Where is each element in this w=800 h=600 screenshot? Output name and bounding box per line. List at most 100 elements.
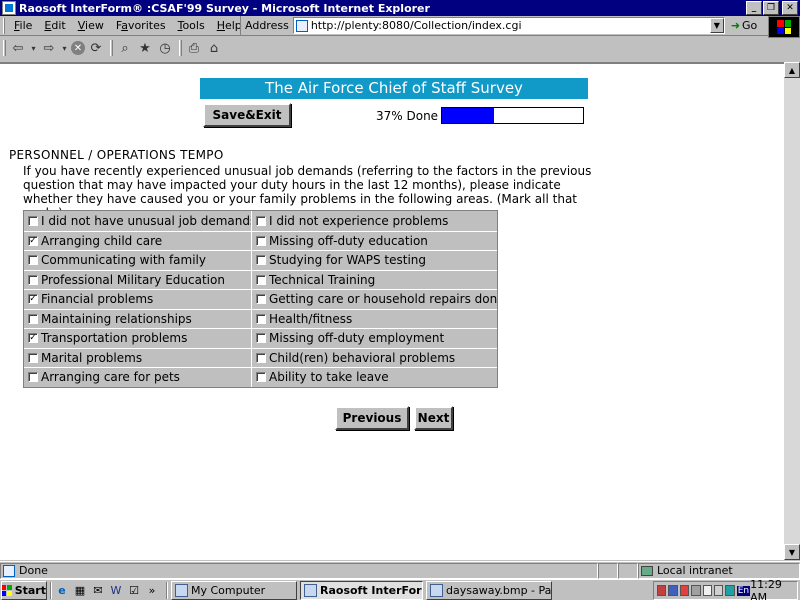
windows-logo-icon <box>777 20 791 34</box>
more-quicklaunch-icon[interactable]: » <box>145 583 159 597</box>
option-marital[interactable]: Marital problems <box>24 348 252 367</box>
option-relationships[interactable]: Maintaining relationships <box>24 309 252 328</box>
task-my-computer[interactable]: My Computer <box>171 580 297 600</box>
option-child-care[interactable]: ✓ Arranging child care <box>24 231 252 250</box>
option-transportation[interactable]: ✓ Transportation problems <box>24 329 252 348</box>
checkbox[interactable] <box>28 313 38 324</box>
checkbox[interactable] <box>256 235 266 246</box>
tray-app-icon[interactable] <box>668 585 678 596</box>
task-raosoft[interactable]: Raosoft InterForm... <box>300 580 423 600</box>
outlook-quicklaunch-icon[interactable]: ✉ <box>91 583 105 597</box>
option-pme[interactable]: Professional Military Education <box>24 270 252 289</box>
progress-label: 37% Done <box>376 109 439 123</box>
checkbox[interactable] <box>28 372 38 383</box>
checkbox[interactable] <box>28 215 38 226</box>
option-take-leave[interactable]: Ability to take leave <box>252 368 497 387</box>
checkbox[interactable] <box>256 274 266 285</box>
forward-icon[interactable]: ⇨ <box>40 39 58 57</box>
progress-bar <box>441 107 584 124</box>
option-no-unusual-demands[interactable]: I did not have unusual job demands <box>24 211 252 231</box>
stop-icon[interactable]: ✕ <box>71 41 85 55</box>
option-financial[interactable]: ✓ Financial problems <box>24 290 252 309</box>
option-communicating-family[interactable]: Communicating with family <box>24 251 252 270</box>
checkbox[interactable] <box>256 372 266 383</box>
tray-app-icon[interactable] <box>657 585 667 596</box>
tray-app-icon[interactable] <box>679 585 690 596</box>
option-waps-testing[interactable]: Studying for WAPS testing <box>252 251 497 270</box>
checkbox[interactable] <box>256 215 266 226</box>
start-button[interactable]: Start <box>1 580 47 600</box>
tray-app-icon[interactable] <box>713 585 724 596</box>
option-off-duty-education[interactable]: Missing off-duty education <box>252 232 497 251</box>
checkbox[interactable]: ✓ <box>28 235 38 246</box>
previous-button[interactable]: Previous <box>335 406 409 430</box>
back-dropdown-icon[interactable]: ▾ <box>29 39 38 57</box>
address-bar: Address ▼ ➜ Go <box>240 16 768 36</box>
favorites-icon[interactable]: ★ <box>136 39 154 57</box>
forward-dropdown-icon[interactable]: ▾ <box>60 39 69 57</box>
minimize-button[interactable]: _ <box>746 1 762 15</box>
checkbox[interactable] <box>256 333 266 344</box>
section-title: PERSONNEL / OPERATIONS TEMPO <box>9 148 224 162</box>
tray-app-icon[interactable] <box>725 585 735 596</box>
desktop-quicklaunch-icon[interactable]: ▦ <box>73 583 87 597</box>
refresh-icon[interactable]: ⟳ <box>87 39 105 57</box>
search-icon[interactable]: ⌕ <box>116 39 134 57</box>
arrow-down-icon: ▼ <box>788 547 796 557</box>
option-off-duty-employment[interactable]: Missing off-duty employment <box>252 329 497 348</box>
vertical-scrollbar[interactable]: ▲ ▼ <box>784 62 800 560</box>
menu-view[interactable]: View <box>72 17 110 35</box>
checkbox[interactable]: ✓ <box>28 333 38 344</box>
address-field[interactable]: ▼ <box>292 17 725 34</box>
language-indicator[interactable]: En <box>736 585 751 596</box>
checkbox[interactable] <box>256 255 266 266</box>
option-household-repairs[interactable]: Getting care or household repairs done <box>252 290 497 309</box>
ie-app-icon <box>2 1 16 15</box>
menu-file[interactable]: File <box>8 17 38 35</box>
checkbox[interactable] <box>256 294 266 305</box>
options-row: Arranging care for pets Ability to take … <box>24 367 497 387</box>
status-zone-pane: Local intranet <box>638 562 800 579</box>
checkbox[interactable] <box>28 352 38 363</box>
back-icon[interactable]: ⇦ <box>9 39 27 57</box>
survey-title: The Air Force Chief of Staff Survey <box>200 78 588 99</box>
history-icon[interactable]: ◷ <box>156 39 174 57</box>
checkbox[interactable] <box>28 274 38 285</box>
tasks-quicklaunch-icon[interactable]: ☑ <box>127 583 141 597</box>
option-children-behavioral[interactable]: Child(ren) behavioral problems <box>252 349 497 368</box>
option-pet-care[interactable]: Arranging care for pets <box>24 368 252 387</box>
go-button[interactable]: ➜ Go <box>731 19 757 32</box>
menu-tools[interactable]: Tools <box>172 17 211 35</box>
menu-favorites[interactable]: Favorites <box>110 17 172 35</box>
option-health-fitness[interactable]: Health/fitness <box>252 310 497 329</box>
checkbox[interactable] <box>256 352 266 363</box>
chevron-down-icon: ▼ <box>713 21 720 30</box>
close-button[interactable]: ✕ <box>782 1 798 15</box>
toolbar-grip[interactable] <box>3 40 6 56</box>
option-no-problems[interactable]: I did not experience problems <box>252 211 497 231</box>
progress-fill <box>442 108 495 123</box>
checkbox[interactable]: ✓ <box>28 294 38 305</box>
clock[interactable]: 11:29 AM <box>750 578 793 600</box>
home-icon[interactable]: ⌂ <box>205 39 223 57</box>
address-dropdown-button[interactable]: ▼ <box>709 18 724 33</box>
option-technical-training[interactable]: Technical Training <box>252 271 497 290</box>
next-button[interactable]: Next <box>414 406 453 430</box>
save-exit-button[interactable]: Save&Exit <box>203 103 291 127</box>
restore-button[interactable]: ❐ <box>763 1 779 15</box>
word-quicklaunch-icon[interactable]: W <box>109 583 123 597</box>
checkbox[interactable] <box>256 313 266 324</box>
address-input[interactable] <box>310 19 701 32</box>
tray-app-icon[interactable] <box>691 585 701 596</box>
scroll-down-button[interactable]: ▼ <box>784 544 800 560</box>
scroll-up-button[interactable]: ▲ <box>784 62 800 78</box>
print-icon[interactable]: ⎙ <box>185 39 203 57</box>
options-row: Maintaining relationships Health/fitness <box>24 308 497 329</box>
checkbox[interactable] <box>28 255 38 266</box>
tray-app-icon[interactable] <box>702 585 712 596</box>
toolbar-grip[interactable] <box>3 17 5 34</box>
quicklaunch-separator <box>166 581 168 599</box>
task-paint[interactable]: daysaway.bmp - Paint <box>426 580 552 600</box>
ie-quicklaunch-icon[interactable]: e <box>55 583 69 597</box>
menu-edit[interactable]: Edit <box>38 17 71 35</box>
